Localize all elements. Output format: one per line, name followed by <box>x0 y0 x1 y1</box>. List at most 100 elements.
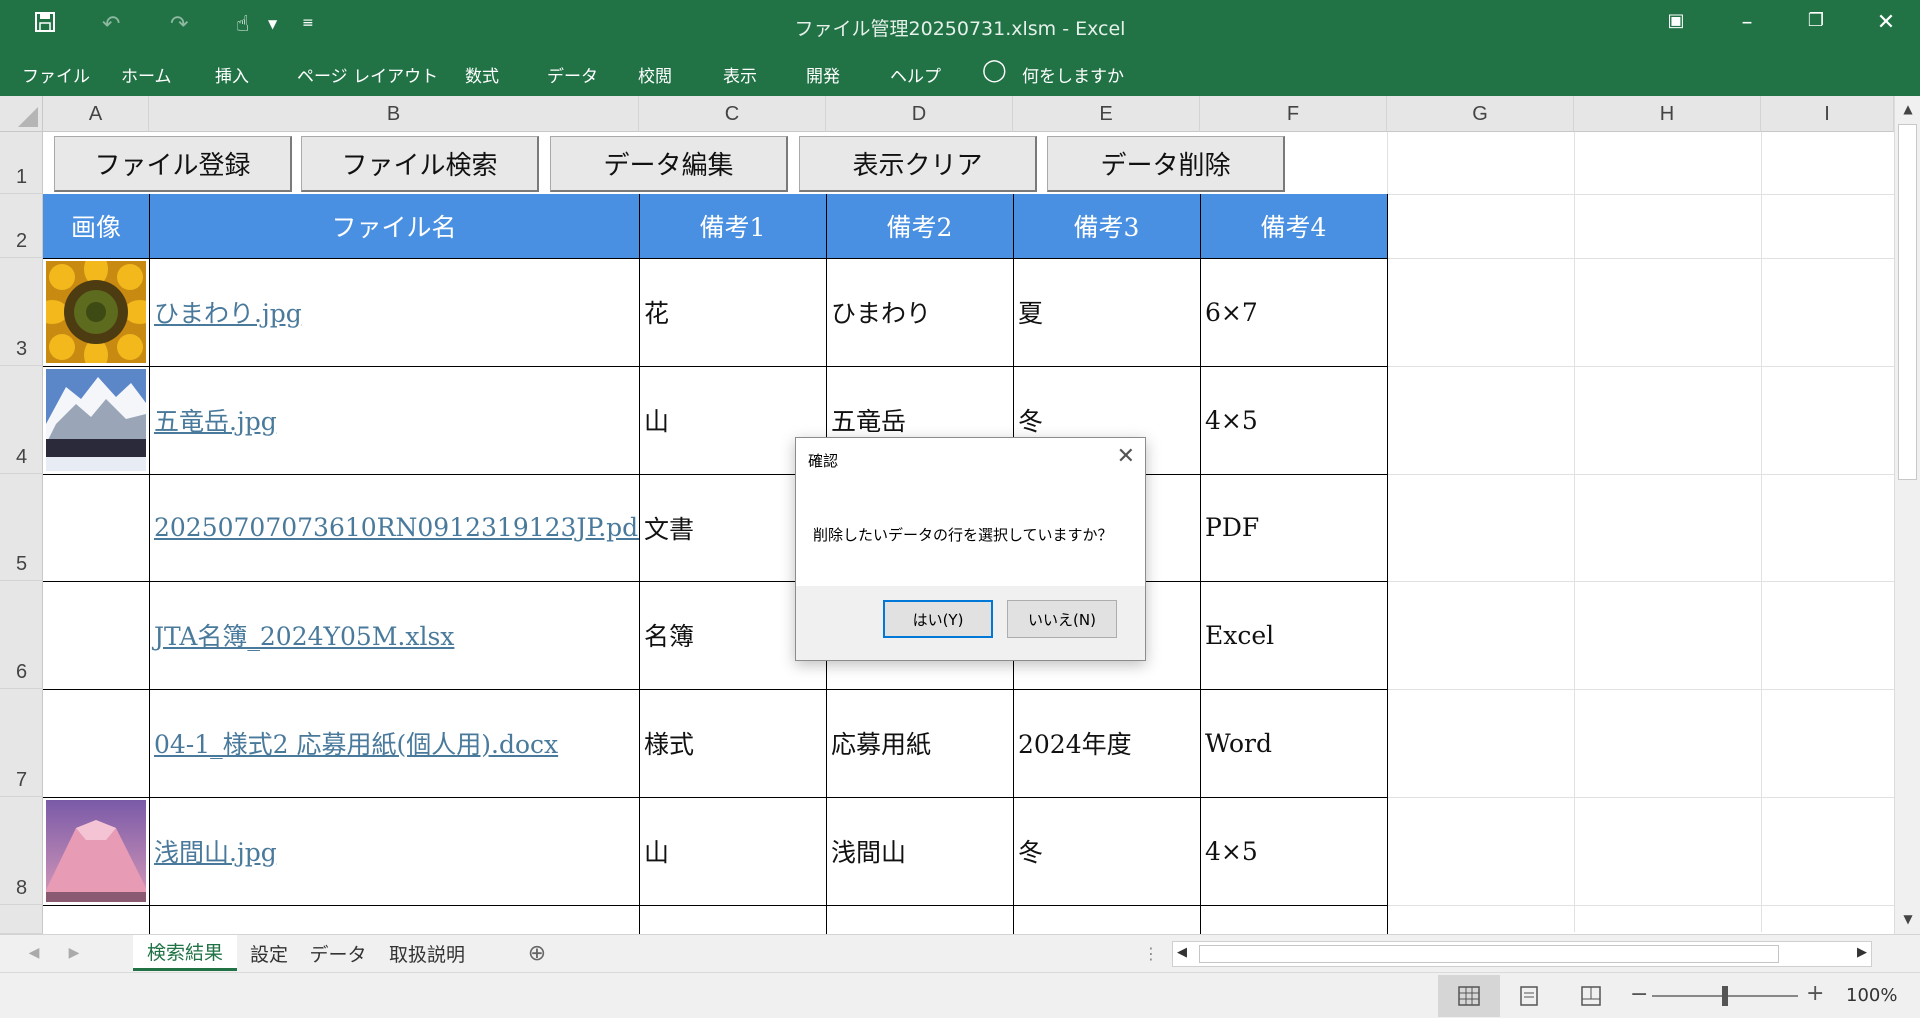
column-header-d[interactable]: D <box>826 96 1013 132</box>
file-register-button[interactable]: ファイル登録 <box>54 136 292 192</box>
note4-cell[interactable]: 4×5 <box>1200 797 1387 905</box>
horizontal-scrollbar[interactable]: ◀ ▶ <box>1172 941 1872 967</box>
restore-icon[interactable]: ❐ <box>1796 10 1836 31</box>
filename-cell[interactable]: 浅間山.jpg <box>149 797 639 905</box>
row-header-3[interactable]: 3 <box>0 258 43 366</box>
filename-cell[interactable]: 04-1_様式2 応募用紙(個人用).docx <box>149 689 639 797</box>
column-header-a[interactable]: A <box>43 96 149 132</box>
file-search-button[interactable]: ファイル検索 <box>301 136 539 192</box>
tab-review[interactable]: 校閲 <box>638 62 672 87</box>
row-header-1[interactable]: 1 <box>0 132 43 194</box>
ribbon-tabs: ファイル ホーム 挿入 ページ レイアウト 数式 データ 校閲 表示 開発 ヘル… <box>0 50 1920 96</box>
tab-help[interactable]: ヘルプ <box>890 62 941 87</box>
note1-cell[interactable]: 花 <box>639 258 826 366</box>
note2-cell[interactable]: 応募用紙 <box>826 689 1013 797</box>
zoom-level[interactable]: 100% <box>1846 985 1897 1006</box>
sheet-tab-settings[interactable]: 設定 <box>241 935 297 971</box>
gridline <box>1761 132 1762 932</box>
sheet-tab-search-results[interactable]: 検索結果 <box>133 935 237 971</box>
close-icon[interactable]: ✕ <box>1866 10 1906 35</box>
tab-data[interactable]: データ <box>547 62 598 87</box>
goryudake-thumbnail[interactable] <box>46 369 146 471</box>
tab-insert[interactable]: 挿入 <box>215 62 249 87</box>
page-break-preview-icon[interactable] <box>1580 985 1602 1011</box>
clear-display-button[interactable]: 表示クリア <box>799 136 1037 192</box>
zoom-in-icon[interactable]: + <box>1806 981 1824 1006</box>
column-header-i[interactable]: I <box>1761 96 1894 132</box>
data-delete-button[interactable]: データ削除 <box>1047 136 1285 192</box>
scroll-up-icon[interactable]: ▲ <box>1895 102 1920 116</box>
yes-button[interactable]: はい(Y) <box>883 600 993 638</box>
header-note4[interactable]: 備考4 <box>1200 194 1387 258</box>
zoom-slider[interactable] <box>1652 986 1798 1006</box>
tell-me-search[interactable]: 何をしますか <box>1022 62 1124 87</box>
header-image[interactable]: 画像 <box>43 194 149 258</box>
tab-file[interactable]: ファイル <box>22 62 90 87</box>
filename-cell[interactable]: 五竜岳.jpg <box>149 366 639 474</box>
column-header-g[interactable]: G <box>1387 96 1574 132</box>
no-button[interactable]: いいえ(N) <box>1007 600 1117 638</box>
header-filename[interactable]: ファイル名 <box>149 194 639 258</box>
note4-cell[interactable]: Word <box>1200 689 1387 797</box>
window-title: ファイル管理20250731.xlsm - Excel <box>794 18 1126 40</box>
filename-cell[interactable]: JTA名簿_2024Y05M.xlsx <box>149 581 639 689</box>
header-note2[interactable]: 備考2 <box>826 194 1013 258</box>
row-header-7[interactable]: 7 <box>0 689 43 797</box>
sheet-tab-manual[interactable]: 取扱説明 <box>379 935 475 971</box>
tab-home[interactable]: ホーム <box>121 62 172 87</box>
note3-cell[interactable]: 冬 <box>1013 797 1200 905</box>
tab-splitter-icon[interactable]: ⋮ <box>1143 935 1159 971</box>
tab-page-layout[interactable]: ページ レイアウト <box>297 62 438 87</box>
normal-view-icon[interactable] <box>1438 975 1500 1017</box>
sunflower-thumbnail[interactable] <box>36 253 156 371</box>
scroll-down-icon[interactable]: ▼ <box>1895 912 1920 926</box>
zoom-slider-handle[interactable] <box>1722 986 1728 1006</box>
note4-cell[interactable]: PDF <box>1200 474 1387 581</box>
note2-cell[interactable]: 浅間山 <box>826 797 1013 905</box>
filename-cell[interactable]: ひまわり.jpg <box>149 258 639 366</box>
zoom-out-icon[interactable]: − <box>1630 982 1648 1007</box>
note4-cell[interactable]: 6×7 <box>1200 258 1387 366</box>
asama-thumbnail[interactable] <box>46 800 146 902</box>
status-bar: − + 100% <box>0 972 1920 1018</box>
close-icon[interactable]: ✕ <box>1117 444 1135 469</box>
column-header-f[interactable]: F <box>1200 96 1387 132</box>
note4-cell[interactable]: Excel <box>1200 581 1387 689</box>
sheet-tab-data[interactable]: データ <box>303 935 373 971</box>
note3-cell[interactable]: 2024年度 <box>1013 689 1200 797</box>
scrollbar-thumb[interactable] <box>1898 124 1917 480</box>
row-header-8[interactable]: 8 <box>0 797 43 905</box>
scroll-tabs-right-icon[interactable]: ▶ <box>64 935 84 971</box>
minimize-icon[interactable]: – <box>1727 10 1767 35</box>
scroll-left-icon[interactable]: ◀ <box>1177 945 1187 960</box>
note1-cell[interactable]: 様式 <box>639 689 826 797</box>
tab-view[interactable]: 表示 <box>723 62 757 87</box>
header-note3[interactable]: 備考3 <box>1013 194 1200 258</box>
note3-cell[interactable]: 夏 <box>1013 258 1200 366</box>
data-edit-button[interactable]: データ編集 <box>550 136 788 192</box>
select-all-corner[interactable] <box>0 96 43 132</box>
scroll-right-icon[interactable]: ▶ <box>1857 945 1867 960</box>
tab-formulas[interactable]: 数式 <box>465 62 499 87</box>
row-header-5[interactable]: 5 <box>0 474 43 581</box>
tab-developer[interactable]: 開発 <box>806 62 840 87</box>
page-layout-view-icon[interactable] <box>1518 985 1540 1011</box>
row-header-4[interactable]: 4 <box>0 366 43 474</box>
horizontal-scrollbar-thumb[interactable] <box>1199 945 1779 963</box>
note4-cell[interactable]: 4×5 <box>1200 366 1387 474</box>
row-header-6[interactable]: 6 <box>0 581 43 689</box>
column-header-c[interactable]: C <box>639 96 826 132</box>
filename-cell[interactable]: 20250707073610RN0912319123JP.pdf <box>149 474 639 581</box>
vertical-scrollbar[interactable]: ▲ ▼ <box>1894 96 1920 934</box>
add-sheet-icon[interactable]: ⊕ <box>522 935 552 971</box>
note2-cell[interactable]: ひまわり <box>826 258 1013 366</box>
column-header-b[interactable]: B <box>149 96 639 132</box>
column-header-e[interactable]: E <box>1013 96 1200 132</box>
header-note1[interactable]: 備考1 <box>639 194 826 258</box>
ribbon-display-options-icon[interactable]: ▣ <box>1656 10 1696 31</box>
column-header-h[interactable]: H <box>1574 96 1761 132</box>
note1-cell[interactable]: 山 <box>639 797 826 905</box>
scroll-tabs-left-icon[interactable]: ◀ <box>24 935 44 971</box>
row-header-2[interactable]: 2 <box>0 194 43 258</box>
row-header-9[interactable] <box>0 905 43 934</box>
